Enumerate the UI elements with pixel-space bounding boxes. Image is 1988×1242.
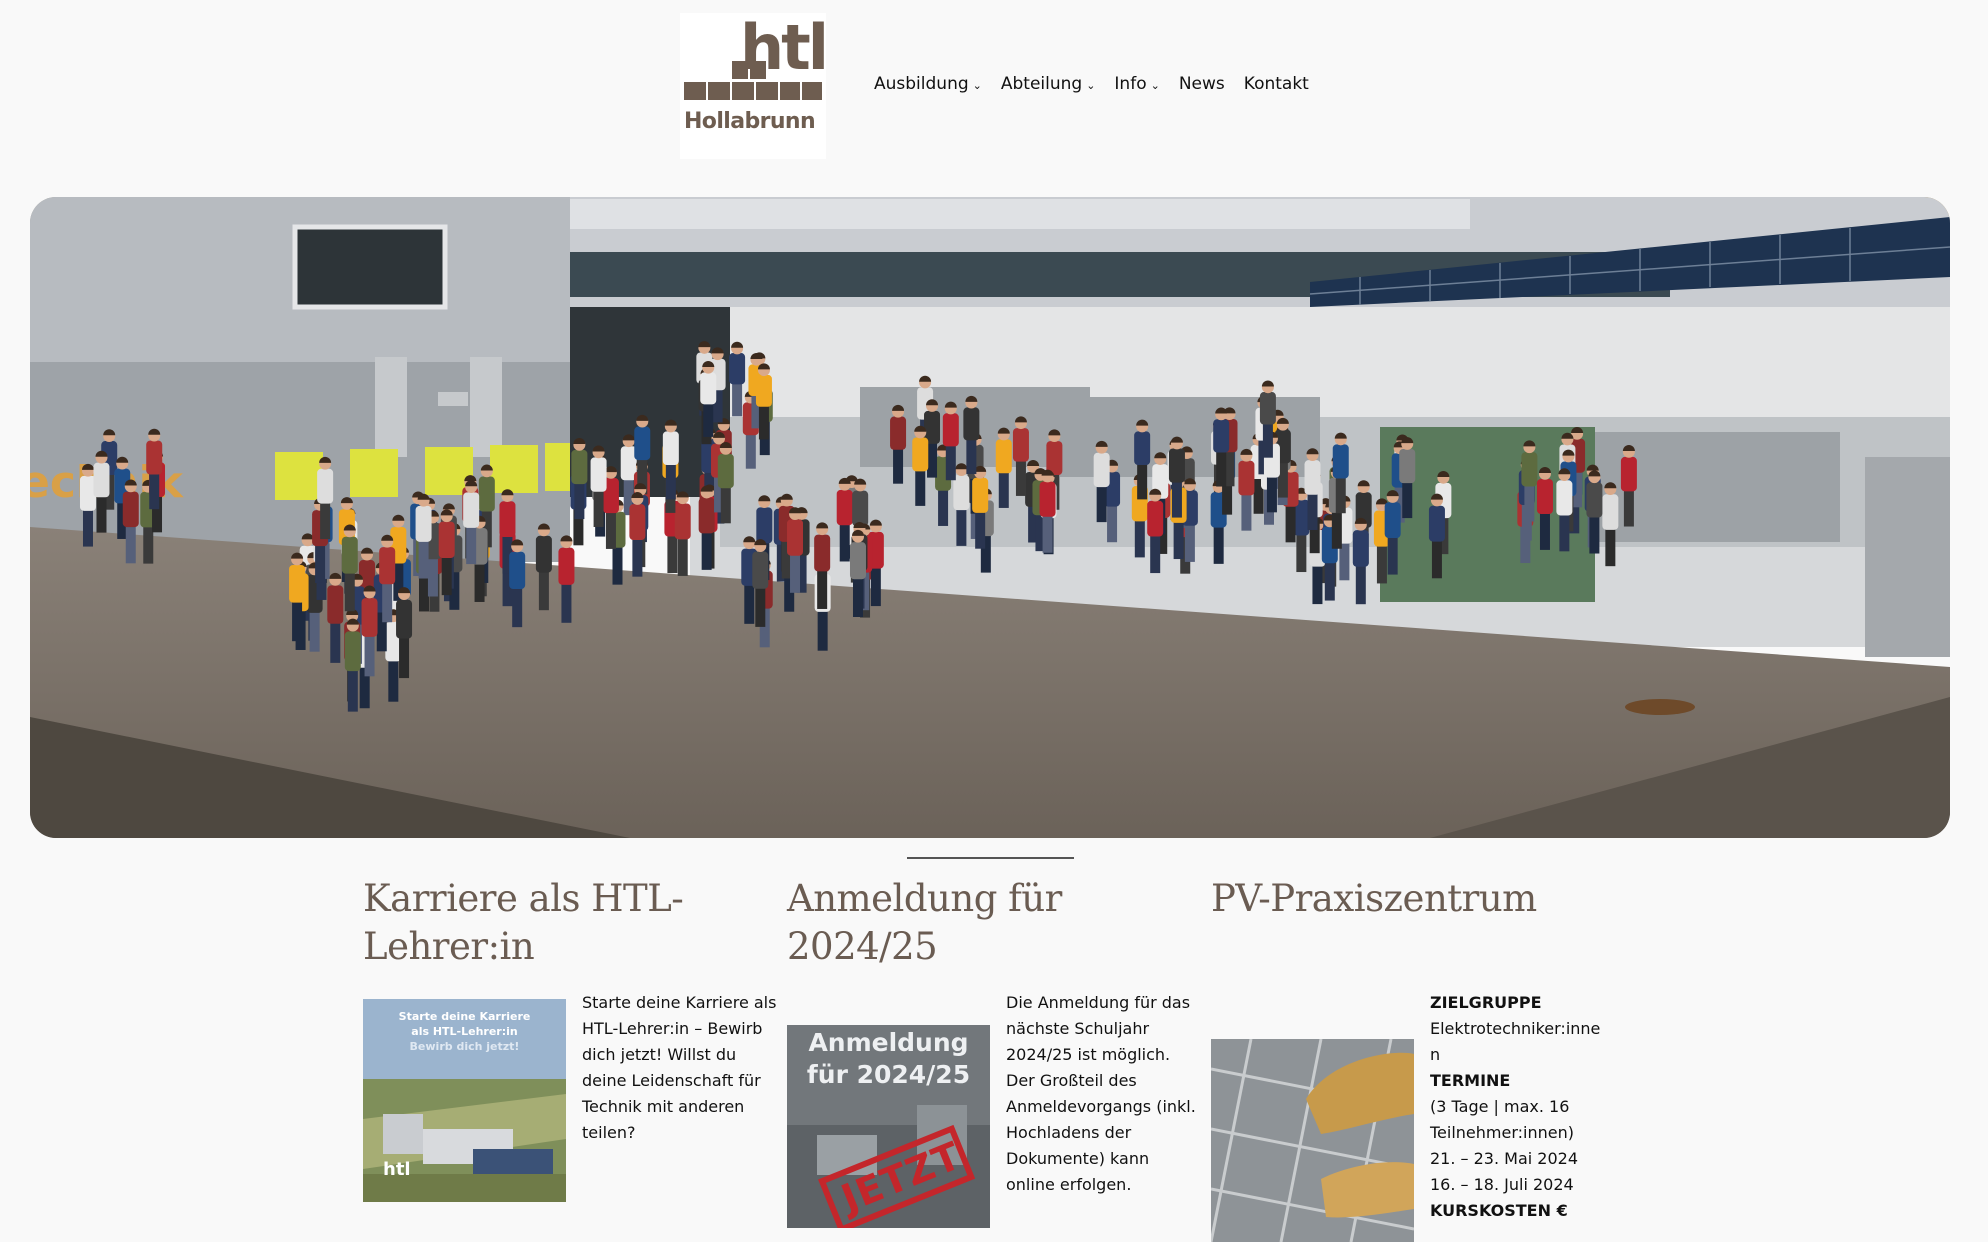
thumb-line: Bewirb dich jetzt! xyxy=(409,1040,520,1053)
thumb-badge: htl xyxy=(383,1159,411,1180)
nav-item-abteilung[interactable]: Abteilung ⌄ xyxy=(1001,74,1096,94)
thumb-line: Anmeldung xyxy=(808,1028,969,1057)
hero-image: echnik xyxy=(30,197,1950,838)
thumb-line: für 2024/25 xyxy=(806,1060,971,1089)
post-excerpt: Starte deine Karriere als HTL-Lehrer:in … xyxy=(582,993,777,1142)
thumb-line: als HTL-Lehrer:in xyxy=(411,1025,518,1038)
nav-item-ausbildung[interactable]: Ausbildung ⌄ xyxy=(874,74,982,94)
chevron-down-icon: ⌄ xyxy=(1086,78,1096,92)
excerpt-line: KURSKOSTEN € xyxy=(1430,1201,1568,1220)
main-navigation: Ausbildung ⌄ Abteilung ⌄ Info ⌄ News Kon… xyxy=(874,74,1328,94)
excerpt-line: ZIELGRUPPE xyxy=(1430,993,1542,1012)
excerpt-line: 21. – 23. Mai 2024 xyxy=(1430,1149,1579,1168)
post-title[interactable]: Karriere als HTL-Lehrer:in xyxy=(363,875,783,971)
post-excerpt: ZIELGRUPPE Elektrotechniker:inne n TERMI… xyxy=(1430,990,1625,1224)
post-title[interactable]: PV-Praxiszentrum xyxy=(1211,875,1631,923)
excerpt-line: (3 Tage | max. 16 Teilnehmer:innen) xyxy=(1430,1097,1574,1142)
section-divider xyxy=(907,857,1074,859)
post-pv-praxiszentrum: PV-Praxiszentrum ZIELGRUPPE Elektrotechn… xyxy=(1211,875,1631,1242)
thumb-line: Starte deine Karriere xyxy=(398,1010,531,1023)
nav-item-news[interactable]: News xyxy=(1179,74,1225,94)
nav-item-label: Info xyxy=(1114,74,1147,94)
nav-item-kontakt[interactable]: Kontakt xyxy=(1244,74,1309,94)
post-thumbnail[interactable] xyxy=(1211,1039,1414,1242)
chevron-down-icon: ⌄ xyxy=(1150,78,1160,92)
excerpt-line: 16. – 18. Juli 2024 xyxy=(1430,1175,1574,1194)
excerpt-line: Elektrotechniker:inne n xyxy=(1430,1019,1601,1064)
post-thumbnail[interactable]: Anmeldung für 2024/25 JETZT xyxy=(787,1025,990,1228)
nav-item-label: Abteilung xyxy=(1000,74,1083,94)
site-logo[interactable]: htl Hollabrunn xyxy=(680,13,829,159)
post-excerpt: Die Anmeldung für das nächste Schuljahr … xyxy=(1006,993,1196,1194)
nav-item-info[interactable]: Info ⌄ xyxy=(1114,74,1159,94)
nav-item-label: News xyxy=(1178,74,1225,94)
post-karriere: Karriere als HTL-Lehrer:in Starte deine … xyxy=(363,875,783,1202)
nav-item-label: Kontakt xyxy=(1243,74,1309,94)
post-anmeldung: Anmeldung für 2024/25 Anmeldung für 2024… xyxy=(787,875,1207,1228)
nav-item-label: Ausbildung xyxy=(874,74,969,94)
logo-name: Hollabrunn xyxy=(684,109,816,134)
excerpt-line: TERMINE xyxy=(1430,1071,1511,1090)
post-title[interactable]: Anmeldung für 2024/25 xyxy=(787,875,1207,971)
post-thumbnail[interactable]: Starte deine Karriere als HTL-Lehrer:in … xyxy=(363,999,566,1202)
chevron-down-icon: ⌄ xyxy=(972,78,982,92)
